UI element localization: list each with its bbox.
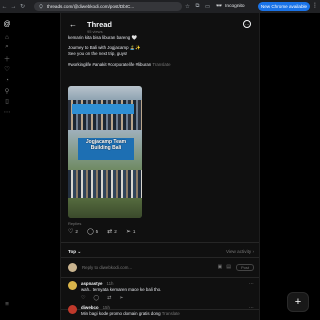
reply-composer[interactable]: Reply to diwebkodi.com... ▣ ▤ Post <box>68 260 254 274</box>
sort-label: Top <box>68 249 77 254</box>
share-icon: ➢ <box>125 229 131 235</box>
new-thread-button[interactable]: + <box>287 292 309 312</box>
comment-item: diwebco 15h Min bagi kode promo domain g… <box>68 305 254 320</box>
photo-caption: Jogjacamp Team Building Bali <box>85 139 127 151</box>
comment-time: 15h <box>102 305 110 310</box>
add-icon[interactable]: ＋ <box>3 54 11 63</box>
extensions-icon[interactable]: ⧉ <box>194 3 201 10</box>
post-reply-button[interactable]: Post <box>236 263 254 271</box>
home-icon[interactable]: ⌂ <box>3 33 11 41</box>
view-count: 95 views <box>87 29 103 34</box>
comment-button[interactable]: ◯ 5 <box>87 228 98 235</box>
comment-text-body: Min bagi kode promo domain gratis dong <box>81 311 161 316</box>
profile-icon[interactable]: ◔ <box>3 76 11 84</box>
heart-icon: ♡ <box>68 229 74 235</box>
left-nav-rail: @ ⌂ ⌕ ＋ ♡ ◔ ⚲ ▯ ⋯ ≡ <box>0 13 14 320</box>
replies-sort-bar: Top ⌄ View activity › <box>68 249 254 255</box>
more-options-icon[interactable]: ⋯ <box>243 20 251 28</box>
comment-item: aspnastye 11h wah.. ternyata kemaren mac… <box>68 281 254 307</box>
browser-menu-icon[interactable]: ⋮ <box>312 2 318 9</box>
share-icon[interactable]: ➢ <box>119 295 123 301</box>
comment-icon[interactable]: ◯ <box>93 295 99 301</box>
comment-more-icon[interactable]: ⋯ <box>249 281 254 287</box>
comment-more-icon[interactable]: ⋯ <box>249 305 254 311</box>
back-arrow-icon[interactable]: ← <box>0 0 9 13</box>
divider <box>61 277 259 278</box>
incognito-label: Incognito <box>225 4 245 9</box>
sort-dropdown[interactable]: Top ⌄ <box>68 249 81 255</box>
back-arrow-icon[interactable]: ← <box>69 20 79 29</box>
photo-ground <box>68 198 142 218</box>
comment-count: 5 <box>95 229 99 234</box>
repost-button[interactable]: ⇄ 2 <box>107 228 117 235</box>
post-actions: ♡ 2 ◯ 5 ⇄ 2 ➢ 1 <box>68 228 135 235</box>
avatar <box>68 262 77 272</box>
bookmark-star-icon[interactable]: ☆ <box>184 3 191 10</box>
site-info-icon[interactable]: ⛭ <box>39 4 43 10</box>
repost-icon: ⇄ <box>107 229 113 235</box>
address-bar[interactable]: ⛭ threads.com/@diwebkodi.com/post/DbIC..… <box>34 2 182 11</box>
replies-label: Replies <box>68 221 82 226</box>
translate-link[interactable]: Translate <box>162 311 180 316</box>
gif-icon[interactable]: ▤ <box>226 264 231 270</box>
post-body: kemarin kita bisa liburan bareng 🤍 Journ… <box>61 35 259 68</box>
composer-tools: ▣ ▤ <box>218 264 231 270</box>
forward-arrow-icon[interactable]: → <box>9 0 18 13</box>
comment-text: wah.. ternyata kemaren mace ke bali tho. <box>81 287 162 292</box>
update-chrome-button[interactable]: New Chrome available <box>258 2 310 11</box>
comment-actions: ♡ ◯ ⇄ ➢ <box>81 295 124 301</box>
threads-logo-icon[interactable]: @ <box>3 20 11 28</box>
pin-icon[interactable]: ⚲ <box>3 87 11 95</box>
like-count: 2 <box>75 229 78 234</box>
divider <box>61 257 259 258</box>
photo-banner-top <box>72 104 134 114</box>
incognito-icon: 🕶 <box>216 4 223 9</box>
comment-icon: ◯ <box>86 229 94 235</box>
avatar[interactable] <box>68 305 77 314</box>
photo-sky <box>68 86 142 100</box>
comment-username[interactable]: diwebco <box>81 305 99 310</box>
view-activity-link[interactable]: View activity › <box>226 249 254 255</box>
post-photo[interactable]: Jogjacamp Team Building Bali <box>68 86 142 218</box>
avatar[interactable] <box>68 281 77 290</box>
reload-icon[interactable]: ↻ <box>18 0 27 13</box>
reply-input[interactable]: Reply to diwebkodi.com... <box>82 265 132 270</box>
photo-crowd-bottom <box>68 170 142 198</box>
thread-column: ← Thread 95 views ⋯ kemarin kita bisa li… <box>60 13 260 320</box>
repost-count: 2 <box>114 229 117 234</box>
comment-header: aspnastye 11h <box>81 281 113 286</box>
incognito-indicator[interactable]: 🕶 Incognito <box>216 2 245 11</box>
post-hashtags[interactable]: #workinglife #anakit #corporatelife #lib… <box>68 62 151 67</box>
page-title: Thread <box>87 19 113 29</box>
more-icon[interactable]: ⋯ <box>3 108 11 116</box>
heart-icon[interactable]: ♡ <box>3 65 11 73</box>
comment-header: diwebco 15h <box>81 305 110 310</box>
comment-text: Min bagi kode promo domain gratis dong T… <box>81 311 180 316</box>
browser-toolbar: ← → ↻ ⛭ threads.com/@diwebkodi.com/post/… <box>0 0 320 13</box>
image-icon[interactable]: ▣ <box>218 264 223 270</box>
thread-header: ← Thread 95 views ⋯ <box>61 13 259 35</box>
comment-username[interactable]: aspnastye <box>81 281 102 286</box>
share-button[interactable]: ➢ 1 <box>126 228 136 235</box>
menu-icon[interactable]: ≡ <box>3 300 11 308</box>
url-text[interactable]: threads.com/@diwebkodi.com/post/DbIC... <box>47 4 134 9</box>
like-button[interactable]: ♡ 2 <box>68 228 78 235</box>
translate-link[interactable]: Translate <box>152 62 170 67</box>
comment-time: 11h <box>106 281 114 286</box>
divider <box>61 242 259 243</box>
search-icon[interactable]: ⌕ <box>3 43 11 51</box>
heart-icon[interactable]: ♡ <box>81 295 85 301</box>
share-count: 1 <box>132 229 136 234</box>
repost-icon[interactable]: ⇄ <box>107 295 111 301</box>
bookmark-icon[interactable]: ▯ <box>3 97 11 105</box>
sidebar-toggle-icon[interactable]: ▭ <box>204 3 211 10</box>
